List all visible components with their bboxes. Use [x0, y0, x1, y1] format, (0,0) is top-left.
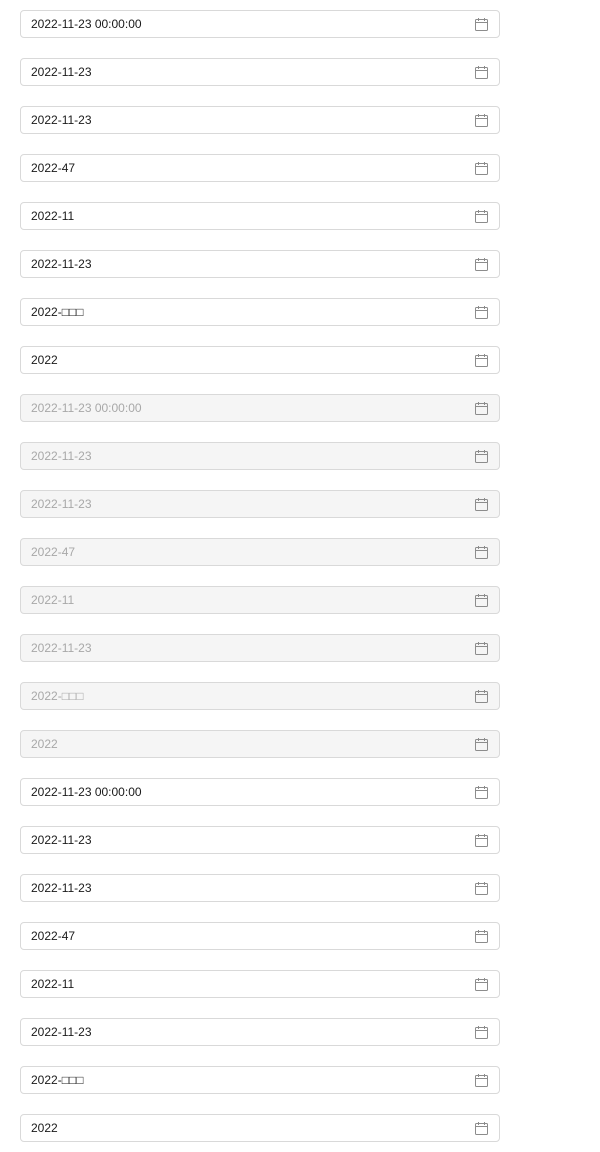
date-picker-field: 2022-47	[20, 538, 500, 566]
calendar-icon[interactable]	[474, 833, 488, 847]
date-picker-value: 2022-11-23	[31, 65, 92, 79]
date-picker-field[interactable]: 2022-11-23	[20, 1018, 500, 1046]
date-picker-value: 2022-□□□	[31, 1073, 84, 1087]
calendar-icon[interactable]	[474, 353, 488, 367]
calendar-icon[interactable]	[474, 257, 488, 271]
calendar-icon	[474, 545, 488, 559]
date-picker-field: 2022	[20, 730, 500, 758]
calendar-icon[interactable]	[474, 209, 488, 223]
date-picker-value: 2022-11-23	[31, 257, 92, 271]
date-picker-value: 2022-47	[31, 545, 76, 559]
date-picker-value: 2022-11	[31, 977, 75, 991]
date-picker-field: 2022-11-23	[20, 442, 500, 470]
date-picker-value: 2022-47	[31, 929, 76, 943]
date-picker-field[interactable]: 2022-11-23 00:00:00	[20, 10, 500, 38]
date-picker-value: 2022-11-23 00:00:00	[31, 401, 142, 415]
date-picker-field[interactable]: 2022-11-23 00:00:00	[20, 778, 500, 806]
date-picker-field[interactable]: 2022	[20, 1114, 500, 1142]
date-picker-value: 2022-□□□	[31, 689, 84, 703]
date-picker-value: 2022-□□□	[31, 305, 84, 319]
date-picker-value: 2022-11-23	[31, 1025, 92, 1039]
date-picker-value: 2022	[31, 737, 58, 751]
calendar-icon[interactable]	[474, 1121, 488, 1135]
date-picker-value: 2022-11-23	[31, 833, 92, 847]
date-picker-field: 2022-11-23 00:00:00	[20, 394, 500, 422]
date-picker-field[interactable]: 2022-□□□	[20, 298, 500, 326]
calendar-icon[interactable]	[474, 1025, 488, 1039]
calendar-icon[interactable]	[474, 977, 488, 991]
date-picker-field[interactable]: 2022-47	[20, 922, 500, 950]
calendar-icon[interactable]	[474, 785, 488, 799]
date-picker-value: 2022	[31, 1121, 58, 1135]
date-picker-field[interactable]: 2022-11-23	[20, 874, 500, 902]
date-picker-field[interactable]: 2022-□□□	[20, 1066, 500, 1094]
date-picker-field: 2022-11-23	[20, 490, 500, 518]
calendar-icon	[474, 593, 488, 607]
calendar-icon	[474, 449, 488, 463]
date-picker-value: 2022	[31, 353, 58, 367]
date-picker-value: 2022-11-23	[31, 449, 92, 463]
date-picker-field: 2022-11	[20, 586, 500, 614]
calendar-icon[interactable]	[474, 1073, 488, 1087]
date-picker-field[interactable]: 2022-47	[20, 154, 500, 182]
calendar-icon[interactable]	[474, 65, 488, 79]
date-picker-value: 2022-11	[31, 209, 75, 223]
date-picker-value: 2022-47	[31, 161, 76, 175]
calendar-icon	[474, 497, 488, 511]
date-picker-field[interactable]: 2022	[20, 346, 500, 374]
calendar-icon[interactable]	[474, 881, 488, 895]
date-picker-field[interactable]: 2022-11-23	[20, 250, 500, 278]
date-picker-value: 2022-11-23 00:00:00	[31, 17, 142, 31]
calendar-icon[interactable]	[474, 113, 488, 127]
calendar-icon	[474, 737, 488, 751]
date-picker-field[interactable]: 2022-11	[20, 202, 500, 230]
calendar-icon	[474, 401, 488, 415]
date-picker-field: 2022-□□□	[20, 682, 500, 710]
date-picker-list: 2022-11-23 00:00:00 2022-11-23 2022-11-23 2…	[0, 0, 600, 1152]
date-picker-value: 2022-11-23	[31, 641, 92, 655]
date-picker-value: 2022-11-23 00:00:00	[31, 785, 142, 799]
calendar-icon	[474, 641, 488, 655]
date-picker-value: 2022-11-23	[31, 881, 92, 895]
date-picker-value: 2022-11-23	[31, 497, 92, 511]
date-picker-value: 2022-11	[31, 593, 75, 607]
calendar-icon[interactable]	[474, 305, 488, 319]
date-picker-value: 2022-11-23	[31, 113, 92, 127]
calendar-icon[interactable]	[474, 929, 488, 943]
calendar-icon[interactable]	[474, 161, 488, 175]
calendar-icon	[474, 689, 488, 703]
date-picker-field[interactable]: 2022-11-23	[20, 106, 500, 134]
calendar-icon[interactable]	[474, 17, 488, 31]
date-picker-field[interactable]: 2022-11-23	[20, 826, 500, 854]
date-picker-field[interactable]: 2022-11-23	[20, 58, 500, 86]
date-picker-field: 2022-11-23	[20, 634, 500, 662]
date-picker-field[interactable]: 2022-11	[20, 970, 500, 998]
